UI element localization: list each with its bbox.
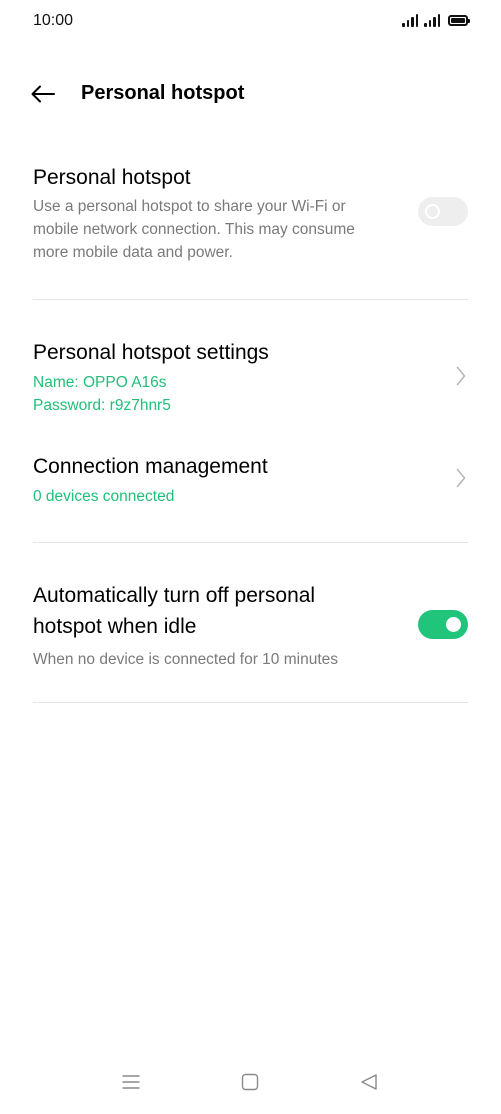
signal-icon bbox=[424, 13, 440, 27]
status-icons bbox=[402, 13, 470, 27]
connected-devices-count: 0 devices connected bbox=[33, 488, 175, 505]
hotspot-settings-row[interactable]: Personal hotspot settings Name: OPPO A16… bbox=[33, 337, 468, 417]
auto-off-row[interactable]: Automatically turn off personal hotspot … bbox=[33, 580, 468, 671]
navigation-bar bbox=[0, 1060, 501, 1104]
page-title: Personal hotspot bbox=[81, 82, 245, 104]
hotspot-title: Personal hotspot bbox=[33, 166, 191, 189]
hotspot-toggle[interactable] bbox=[418, 197, 468, 226]
header: Personal hotspot bbox=[0, 70, 501, 118]
toggle-knob bbox=[446, 617, 461, 632]
hotspot-settings-title: Personal hotspot settings bbox=[33, 341, 269, 364]
battery-icon bbox=[448, 14, 470, 26]
back-button[interactable] bbox=[26, 78, 60, 110]
auto-off-description: When no device is connected for 10 minut… bbox=[33, 651, 339, 668]
status-bar: 10:00 bbox=[0, 0, 501, 44]
divider bbox=[33, 702, 468, 703]
divider bbox=[33, 542, 468, 543]
chevron-right-icon bbox=[454, 467, 468, 489]
divider bbox=[33, 299, 468, 300]
toggle-knob bbox=[425, 204, 440, 219]
arrow-left-icon bbox=[31, 85, 55, 103]
auto-off-toggle[interactable] bbox=[418, 610, 468, 639]
hotspot-row[interactable]: Personal hotspot Use a personal hotspot … bbox=[33, 162, 468, 264]
hotspot-description: Use a personal hotspot to share your Wi-… bbox=[33, 198, 355, 261]
chevron-right-icon bbox=[454, 365, 468, 387]
home-icon bbox=[241, 1073, 259, 1091]
menu-button[interactable] bbox=[116, 1070, 146, 1094]
home-button[interactable] bbox=[235, 1070, 265, 1094]
back-triangle-icon bbox=[361, 1074, 377, 1090]
back-nav-button[interactable] bbox=[354, 1070, 384, 1094]
hotspot-name: Name: OPPO A16s bbox=[33, 374, 167, 391]
signal-icon bbox=[402, 13, 418, 27]
auto-off-title: Automatically turn off personal hotspot … bbox=[33, 584, 316, 638]
menu-icon bbox=[122, 1075, 140, 1089]
connection-management-row[interactable]: Connection management 0 devices connecte… bbox=[33, 451, 468, 508]
status-time: 10:00 bbox=[33, 12, 74, 29]
hotspot-password: Password: r9z7hnr5 bbox=[33, 397, 171, 414]
connection-management-title: Connection management bbox=[33, 455, 268, 478]
